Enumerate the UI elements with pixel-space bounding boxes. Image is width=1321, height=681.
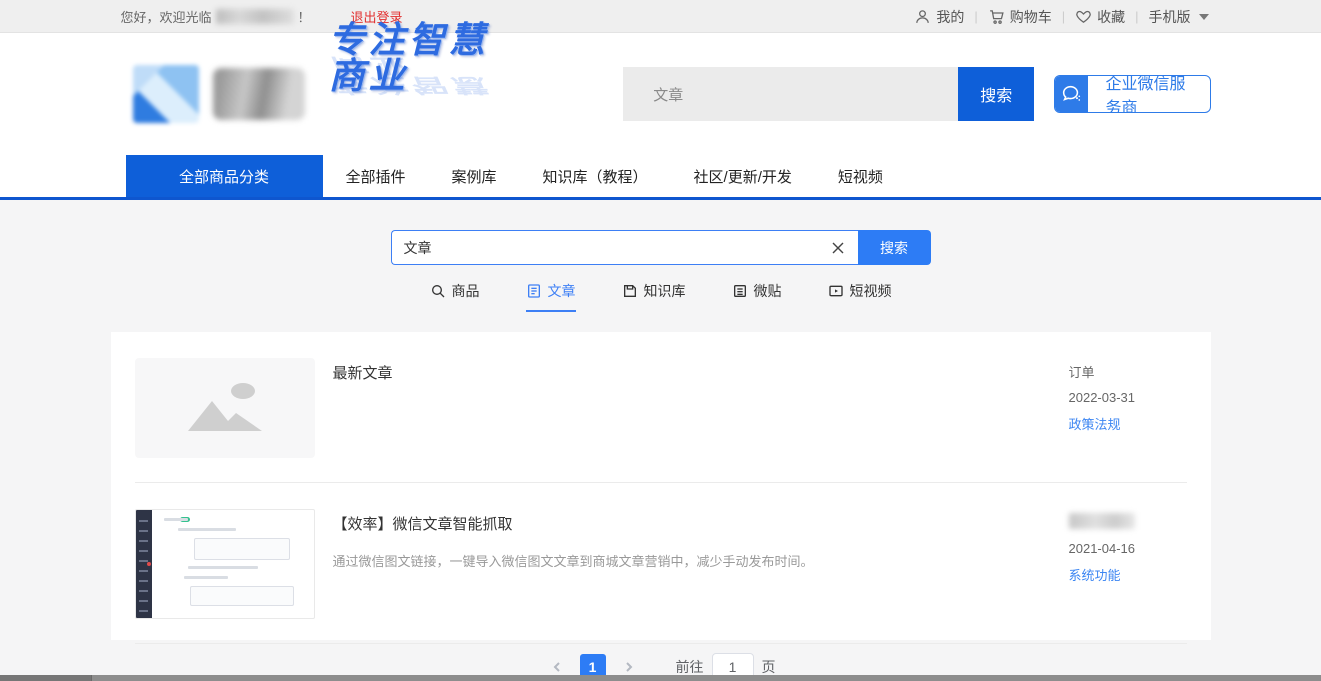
header-search-value: 文章 bbox=[653, 84, 683, 105]
header-search: 文章 搜索 bbox=[623, 67, 1034, 121]
result-category-link[interactable]: 政策法规 bbox=[1069, 414, 1187, 433]
horizontal-scrollbar[interactable] bbox=[0, 675, 1321, 681]
chevron-left-icon bbox=[551, 661, 563, 673]
clear-icon[interactable] bbox=[830, 240, 846, 256]
result-date: 2022-03-31 bbox=[1069, 390, 1187, 405]
content-search-value: 文章 bbox=[404, 238, 830, 258]
result-meta-top: 订单 bbox=[1069, 362, 1187, 381]
video-icon bbox=[828, 283, 844, 299]
page: 您好，欢迎光临 ！ 退出登录 我的 | 购物车 | 收藏 bbox=[0, 0, 1321, 681]
result-title[interactable]: 【效率】微信文章智能抓取 bbox=[333, 513, 1069, 534]
slogan-reflection: 专注智慧商业 bbox=[329, 55, 524, 95]
site-header: 专注智慧商业 专注智慧商业 文章 搜索 企业微信服务商 bbox=[0, 33, 1321, 155]
post-icon bbox=[732, 283, 748, 299]
tab-short-video-label: 短视频 bbox=[850, 281, 892, 301]
content-search: 文章 搜索 bbox=[391, 230, 931, 265]
knowledge-icon bbox=[622, 283, 638, 299]
blurred-logo-mark bbox=[133, 65, 199, 123]
tab-posts[interactable]: 微贴 bbox=[732, 281, 782, 312]
result-title[interactable]: 最新文章 bbox=[333, 362, 1069, 383]
thumb-badge-dot bbox=[147, 562, 151, 566]
header-search-input[interactable]: 文章 bbox=[623, 67, 958, 121]
page-unit-label: 页 bbox=[762, 657, 776, 677]
cart-label: 购物车 bbox=[1010, 7, 1052, 27]
image-placeholder-icon bbox=[180, 377, 270, 439]
article-icon bbox=[526, 283, 542, 299]
blurred-meta bbox=[1069, 513, 1135, 529]
cart-icon bbox=[988, 8, 1005, 25]
tab-posts-label: 微贴 bbox=[754, 281, 782, 301]
tab-knowledge-label: 知识库 bbox=[644, 281, 686, 301]
content-search-input[interactable]: 文章 bbox=[391, 230, 858, 265]
greeting-prefix: 您好，欢迎光临 bbox=[121, 7, 212, 26]
result-type-tabs: 商品 文章 知识库 微贴 短视频 bbox=[0, 281, 1321, 312]
my-label: 我的 bbox=[936, 7, 964, 27]
screenshot-thumbnail bbox=[135, 509, 315, 619]
results-card: 最新文章 订单 2022-03-31 政策法规 bbox=[111, 332, 1211, 640]
tab-knowledge[interactable]: 知识库 bbox=[622, 281, 686, 312]
wecom-icon-box bbox=[1055, 76, 1087, 112]
logo-slogan: 专注智慧商业 专注智慧商业 bbox=[329, 22, 524, 167]
tab-goods[interactable]: 商品 bbox=[430, 281, 480, 312]
mobile-version-dropdown[interactable]: 手机版 bbox=[1149, 7, 1209, 27]
nav-item-knowledge-base[interactable]: 知识库（教程） bbox=[520, 155, 671, 197]
content-search-button[interactable]: 搜索 bbox=[858, 230, 931, 265]
main-nav: 全部商品分类 全部插件 案例库 知识库（教程） 社区/更新/开发 短视频 bbox=[0, 155, 1321, 200]
content-area: 文章 搜索 商品 文章 知识库 微贴 bbox=[0, 200, 1321, 676]
caret-down-icon bbox=[1199, 14, 1209, 20]
tab-articles-label: 文章 bbox=[548, 281, 576, 301]
user-icon bbox=[914, 8, 931, 25]
nav-item-all-plugins[interactable]: 全部插件 bbox=[323, 155, 429, 197]
goto-label: 前往 bbox=[676, 657, 704, 677]
tab-articles[interactable]: 文章 bbox=[526, 281, 576, 312]
my-account-link[interactable]: 我的 bbox=[914, 7, 964, 27]
cart-link[interactable]: 购物车 bbox=[988, 7, 1052, 27]
result-date: 2021-04-16 bbox=[1069, 541, 1187, 556]
scrollbar-thumb[interactable] bbox=[0, 675, 92, 681]
nav-item-case-library[interactable]: 案例库 bbox=[429, 155, 520, 197]
placeholder-thumbnail bbox=[135, 358, 315, 458]
favorites-link[interactable]: 收藏 bbox=[1075, 7, 1125, 27]
greeting-suffix: ！ bbox=[298, 7, 311, 26]
result-row[interactable]: 【效率】微信文章智能抓取 通过微信图文链接，一键导入微信图文文章到商城文章营销中… bbox=[135, 483, 1187, 644]
search-icon bbox=[430, 283, 446, 299]
logo[interactable] bbox=[111, 65, 305, 123]
chevron-right-icon bbox=[623, 661, 635, 673]
nav-item-all-categories[interactable]: 全部商品分类 bbox=[126, 155, 323, 197]
nav-item-short-video[interactable]: 短视频 bbox=[815, 155, 906, 197]
divider: | bbox=[974, 9, 977, 24]
wecom-service-button[interactable]: 企业微信服务商 bbox=[1054, 75, 1210, 113]
blurred-username bbox=[216, 9, 294, 24]
mobile-label: 手机版 bbox=[1149, 7, 1191, 27]
wecom-chat-icon bbox=[1060, 83, 1082, 105]
tab-goods-label: 商品 bbox=[452, 281, 480, 301]
heart-icon bbox=[1075, 8, 1092, 25]
favorites-label: 收藏 bbox=[1097, 7, 1125, 27]
divider: | bbox=[1062, 9, 1065, 24]
thumb-form bbox=[164, 518, 306, 610]
blurred-logo-text bbox=[213, 68, 305, 120]
result-row[interactable]: 最新文章 订单 2022-03-31 政策法规 bbox=[135, 332, 1187, 483]
nav-item-community[interactable]: 社区/更新/开发 bbox=[671, 155, 815, 197]
result-description: 通过微信图文链接，一键导入微信图文文章到商城文章营销中，减少手动发布时间。 bbox=[333, 552, 1069, 572]
topbar: 您好，欢迎光临 ！ 退出登录 我的 | 购物车 | 收藏 bbox=[0, 0, 1321, 33]
wecom-label: 企业微信服务商 bbox=[1088, 76, 1210, 112]
divider: | bbox=[1135, 9, 1138, 24]
tab-short-video[interactable]: 短视频 bbox=[828, 281, 892, 312]
result-category-link[interactable]: 系统功能 bbox=[1069, 565, 1187, 584]
header-search-button[interactable]: 搜索 bbox=[958, 67, 1034, 121]
